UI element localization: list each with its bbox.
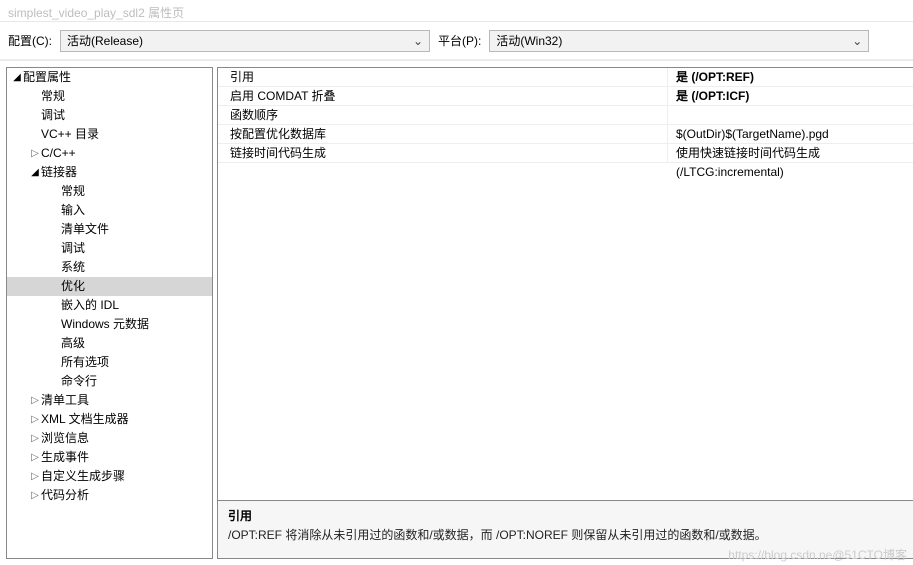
tree-label: 调试 xyxy=(41,106,65,125)
tree-label: XML 文档生成器 xyxy=(41,410,129,429)
arrow-right-icon: ▷ xyxy=(29,391,41,410)
tree-label: 命令行 xyxy=(61,372,97,391)
property-value[interactable] xyxy=(668,106,913,124)
toolbar: 配置(C): 活动(Release) ⌄ 平台(P): 活动(Win32) ⌄ xyxy=(0,22,913,60)
tree-item[interactable]: 常规 xyxy=(7,87,212,106)
platform-label: 平台(P): xyxy=(438,32,481,49)
tree-item[interactable]: ▷C/C++ xyxy=(7,144,212,163)
tree-label: 配置属性 xyxy=(23,68,71,87)
platform-dropdown[interactable]: 活动(Win32) ⌄ xyxy=(489,30,869,52)
tree-label: 链接器 xyxy=(41,163,77,182)
tree-item[interactable]: ▷清单工具 xyxy=(7,391,212,410)
tree-label: 生成事件 xyxy=(41,448,89,467)
property-name: 启用 COMDAT 折叠 xyxy=(218,87,668,105)
tree-label: 自定义生成步骤 xyxy=(41,467,125,486)
tree-item[interactable]: Windows 元数据 xyxy=(7,315,212,334)
tree-label: 常规 xyxy=(61,182,85,201)
tree-label: 高级 xyxy=(61,334,85,353)
tree-label: Windows 元数据 xyxy=(61,315,149,334)
tree-root[interactable]: ◢配置属性 xyxy=(7,68,212,87)
tree-label: 常规 xyxy=(41,87,65,106)
tree-item[interactable]: 高级 xyxy=(7,334,212,353)
tree-label: C/C++ xyxy=(41,144,76,163)
description-pane: 引用 /OPT:REF 将消除从未引用过的函数和/或数据，而 /OPT:NORE… xyxy=(218,500,913,558)
tree-label: 代码分析 xyxy=(41,486,89,505)
content-pane: 引用是 (/OPT:REF)启用 COMDAT 折叠是 (/OPT:ICF)函数… xyxy=(217,67,913,559)
tree-item[interactable]: ▷代码分析 xyxy=(7,486,212,505)
description-title: 引用 xyxy=(228,507,903,524)
tree-item[interactable]: 输入 xyxy=(7,201,212,220)
tree-label: 系统 xyxy=(61,258,85,277)
property-row[interactable]: 链接时间代码生成使用快速链接时间代码生成 (/LTCG:incremental) xyxy=(218,144,913,163)
tree-view[interactable]: ◢配置属性常规调试VC++ 目录▷C/C++◢链接器常规输入清单文件调试系统优化… xyxy=(7,68,212,505)
tree-item[interactable]: 清单文件 xyxy=(7,220,212,239)
tree-label: VC++ 目录 xyxy=(41,125,99,144)
tree-label: 清单工具 xyxy=(41,391,89,410)
tree-item[interactable]: 优化 xyxy=(7,277,212,296)
arrow-right-icon: ▷ xyxy=(29,429,41,448)
tree-item[interactable]: 所有选项 xyxy=(7,353,212,372)
tree-item[interactable]: 命令行 xyxy=(7,372,212,391)
property-value[interactable]: 是 (/OPT:REF) xyxy=(668,68,913,86)
tree-item[interactable]: VC++ 目录 xyxy=(7,125,212,144)
tree-item[interactable]: ▷XML 文档生成器 xyxy=(7,410,212,429)
property-value[interactable]: 使用快速链接时间代码生成 (/LTCG:incremental) xyxy=(668,144,913,162)
tree-item[interactable]: 系统 xyxy=(7,258,212,277)
window-title: simplest_video_play_sdl2 属性页 xyxy=(0,0,913,22)
property-value[interactable]: 是 (/OPT:ICF) xyxy=(668,87,913,105)
property-row[interactable]: 按配置优化数据库$(OutDir)$(TargetName).pgd xyxy=(218,125,913,144)
sidebar: ◢配置属性常规调试VC++ 目录▷C/C++◢链接器常规输入清单文件调试系统优化… xyxy=(6,67,213,559)
property-grid[interactable]: 引用是 (/OPT:REF)启用 COMDAT 折叠是 (/OPT:ICF)函数… xyxy=(218,68,913,500)
tree-item[interactable]: ▷浏览信息 xyxy=(7,429,212,448)
tree-label: 嵌入的 IDL xyxy=(61,296,119,315)
property-row[interactable]: 启用 COMDAT 折叠是 (/OPT:ICF) xyxy=(218,87,913,106)
platform-value: 活动(Win32) xyxy=(496,32,562,49)
tree-label: 所有选项 xyxy=(61,353,109,372)
config-label: 配置(C): xyxy=(8,32,52,49)
property-row[interactable]: 函数顺序 xyxy=(218,106,913,125)
property-name: 函数顺序 xyxy=(218,106,668,124)
main-area: ◢配置属性常规调试VC++ 目录▷C/C++◢链接器常规输入清单文件调试系统优化… xyxy=(0,60,913,565)
tree-item[interactable]: 调试 xyxy=(7,106,212,125)
property-name: 引用 xyxy=(218,68,668,86)
tree-item[interactable]: ▷自定义生成步骤 xyxy=(7,467,212,486)
tree-label: 优化 xyxy=(61,277,85,296)
description-text: /OPT:REF 将消除从未引用过的函数和/或数据，而 /OPT:NOREF 则… xyxy=(228,526,903,543)
chevron-down-icon: ⌄ xyxy=(852,34,862,48)
arrow-right-icon: ▷ xyxy=(29,467,41,486)
tree-label: 浏览信息 xyxy=(41,429,89,448)
tree-label: 清单文件 xyxy=(61,220,109,239)
property-name: 链接时间代码生成 xyxy=(218,144,668,162)
arrow-right-icon: ▷ xyxy=(29,144,41,163)
tree-item[interactable]: ◢链接器 xyxy=(7,163,212,182)
tree-label: 调试 xyxy=(61,239,85,258)
arrow-down-icon: ◢ xyxy=(11,68,23,87)
config-value: 活动(Release) xyxy=(67,32,143,49)
tree-item[interactable]: ▷生成事件 xyxy=(7,448,212,467)
arrow-right-icon: ▷ xyxy=(29,448,41,467)
chevron-down-icon: ⌄ xyxy=(413,34,423,48)
tree-item[interactable]: 常规 xyxy=(7,182,212,201)
tree-label: 输入 xyxy=(61,201,85,220)
tree-item[interactable]: 调试 xyxy=(7,239,212,258)
property-name: 按配置优化数据库 xyxy=(218,125,668,143)
config-dropdown[interactable]: 活动(Release) ⌄ xyxy=(60,30,430,52)
arrow-right-icon: ▷ xyxy=(29,486,41,505)
property-value[interactable]: $(OutDir)$(TargetName).pgd xyxy=(668,125,913,143)
arrow-down-icon: ◢ xyxy=(29,163,41,182)
tree-item[interactable]: 嵌入的 IDL xyxy=(7,296,212,315)
arrow-right-icon: ▷ xyxy=(29,410,41,429)
property-row[interactable]: 引用是 (/OPT:REF) xyxy=(218,68,913,87)
